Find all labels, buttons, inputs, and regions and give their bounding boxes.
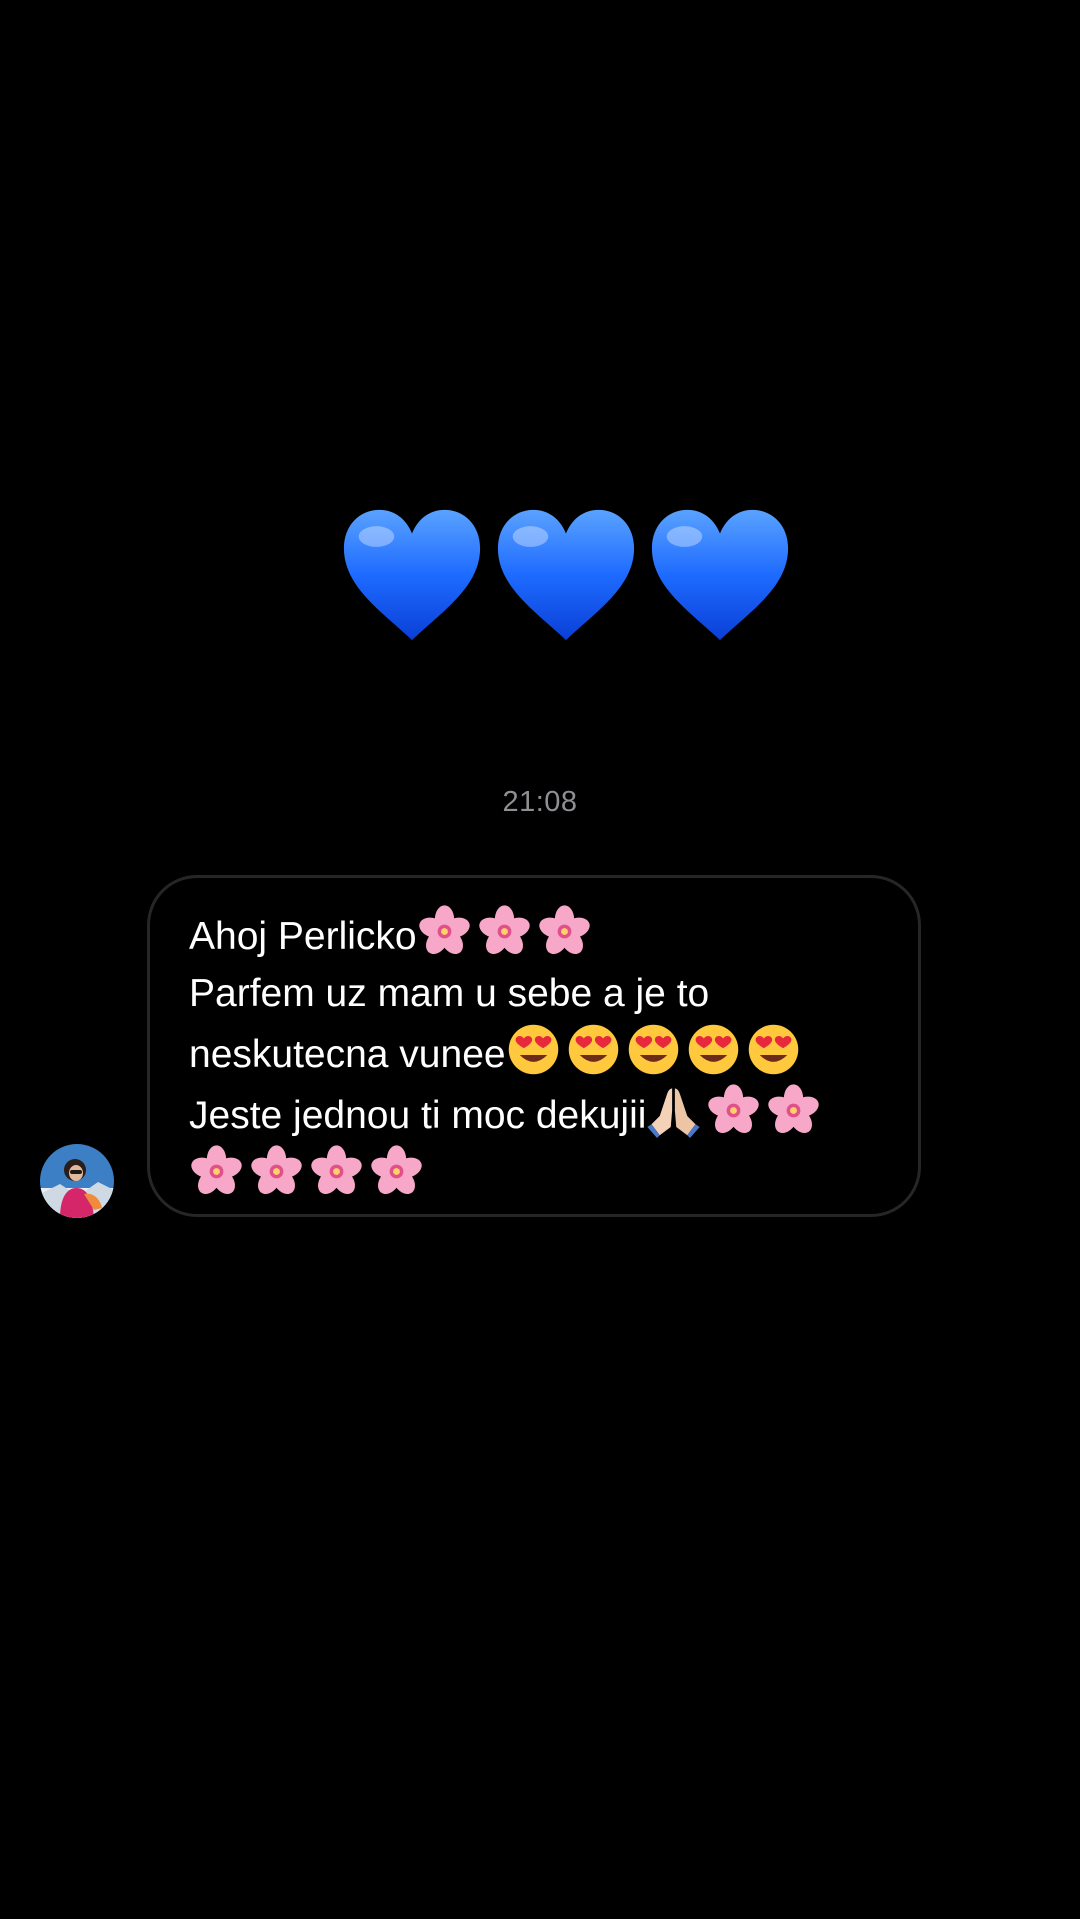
blue-heart-icon [338,500,486,650]
heart-emoji-message[interactable] [338,500,808,660]
cherry-blossom-icon [766,1083,821,1138]
blue-heart-icon [492,500,640,650]
heart-eyes-icon [686,1022,741,1077]
message-line: Parfem uz mam u sebe a je to [189,965,880,1022]
cherry-blossom-icon [706,1083,761,1138]
message-text: Parfem uz mam u sebe a je to [189,972,710,1015]
heart-eyes-icon [626,1022,681,1077]
cherry-blossom-icon [417,904,472,959]
heart-eyes-icon [746,1022,801,1077]
message-text: Jeste jednou ti moc dekujii [189,1094,647,1137]
message-line: Ahoj Perlicko [189,904,880,965]
blue-heart-icon [646,500,794,650]
heart-eyes-icon [566,1022,621,1077]
cherry-blossom-icon [309,1144,364,1199]
cherry-blossom-icon [369,1144,424,1199]
message-line: Jeste jednou ti moc dekujii [189,1083,880,1144]
cherry-blossom-icon [189,1144,244,1199]
sender-avatar[interactable] [40,1144,114,1218]
message-line: neskutecna vunee [189,1022,880,1083]
cherry-blossom-icon [249,1144,304,1199]
message-text: Ahoj Perlicko [189,915,417,958]
cherry-blossom-icon [537,904,592,959]
cherry-blossom-icon [477,904,532,959]
message-bubble[interactable]: Ahoj Perlicko Parfem uz mam u sebe a je … [147,875,921,1217]
message-text: neskutecna vunee [189,1033,506,1076]
heart-eyes-icon [506,1022,561,1077]
folded-hands-icon [646,1083,701,1138]
message-line [189,1144,880,1205]
message-timestamp: 21:08 [502,786,578,818]
